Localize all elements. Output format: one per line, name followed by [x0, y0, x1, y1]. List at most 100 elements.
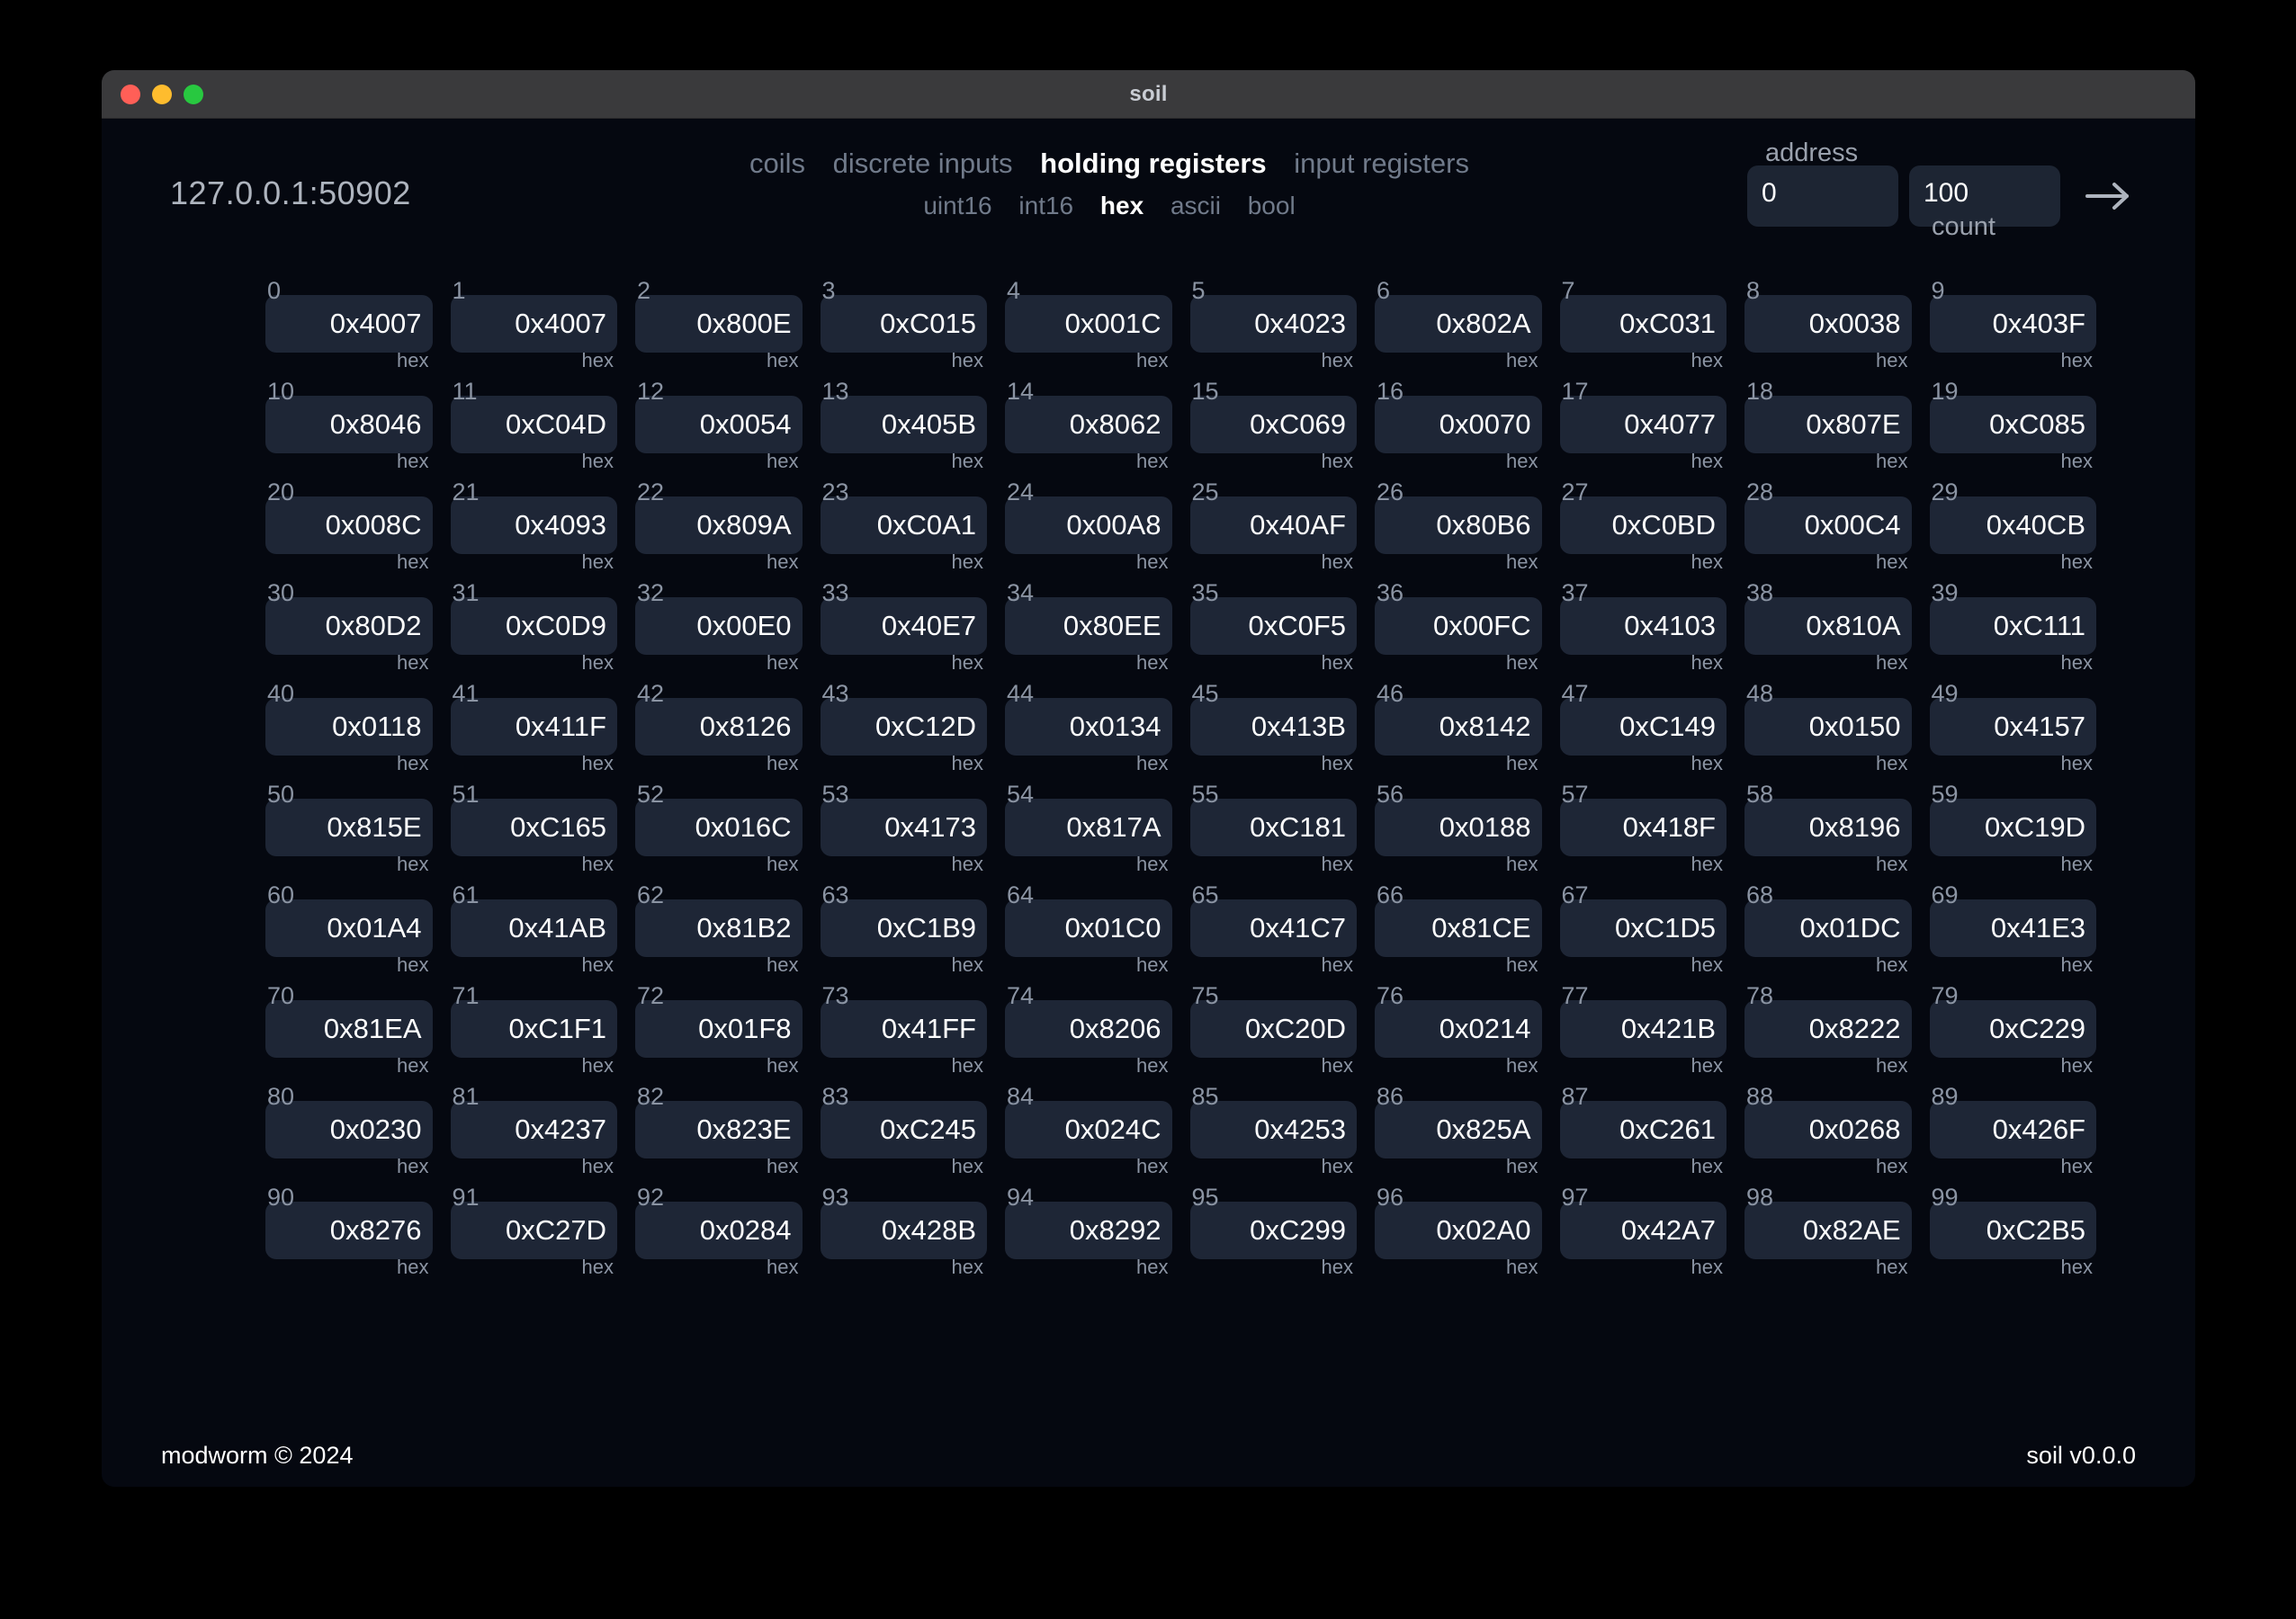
register-cell[interactable]: 47 0xC149 hex — [1559, 682, 1726, 774]
tab-input-registers[interactable]: input registers — [1294, 149, 1469, 177]
register-cell[interactable]: 85 0x4253 hex — [1189, 1085, 1357, 1176]
register-cell[interactable]: 71 0xC1F1 hex — [450, 984, 617, 1076]
register-cell[interactable]: 86 0x825A hex — [1375, 1085, 1542, 1176]
register-cell[interactable]: 49 0x4157 hex — [1929, 682, 2096, 774]
tab-format-hex[interactable]: hex — [1100, 193, 1144, 219]
register-cell[interactable]: 23 0xC0A1 hex — [820, 480, 987, 572]
register-cell[interactable]: 64 0x01C0 hex — [1005, 883, 1172, 975]
register-cell[interactable]: 94 0x8292 hex — [1005, 1185, 1172, 1277]
tab-format-int16[interactable]: int16 — [1018, 193, 1073, 219]
register-cell[interactable]: 22 0x809A hex — [635, 480, 803, 572]
register-cell[interactable]: 83 0xC245 hex — [820, 1085, 987, 1176]
register-cell[interactable]: 9 0x403F hex — [1929, 279, 2096, 371]
register-cell[interactable]: 17 0x4077 hex — [1559, 380, 1726, 471]
register-cell[interactable]: 75 0xC20D hex — [1189, 984, 1357, 1076]
register-cell[interactable]: 35 0xC0F5 hex — [1189, 581, 1357, 673]
register-cell[interactable]: 89 0x426F hex — [1929, 1085, 2096, 1176]
register-cell[interactable]: 76 0x0214 hex — [1375, 984, 1542, 1076]
register-cell[interactable]: 1 0x4007 hex — [450, 279, 617, 371]
register-cell[interactable]: 46 0x8142 hex — [1375, 682, 1542, 774]
register-cell[interactable]: 24 0x00A8 hex — [1005, 480, 1172, 572]
register-cell[interactable]: 87 0xC261 hex — [1559, 1085, 1726, 1176]
register-cell[interactable]: 81 0x4237 hex — [450, 1085, 617, 1176]
register-cell[interactable]: 4 0x001C hex — [1005, 279, 1172, 371]
register-cell[interactable]: 66 0x81CE hex — [1375, 883, 1542, 975]
register-cell[interactable]: 88 0x0268 hex — [1744, 1085, 1912, 1176]
register-cell[interactable]: 65 0x41C7 hex — [1189, 883, 1357, 975]
register-cell[interactable]: 8 0x0038 hex — [1744, 279, 1912, 371]
register-cell[interactable]: 82 0x823E hex — [635, 1085, 803, 1176]
register-cell[interactable]: 60 0x01A4 hex — [265, 883, 433, 975]
register-cell[interactable]: 33 0x40E7 hex — [820, 581, 987, 673]
register-cell[interactable]: 11 0xC04D hex — [450, 380, 617, 471]
register-cell[interactable]: 30 0x80D2 hex — [265, 581, 433, 673]
tab-coils[interactable]: coils — [749, 149, 805, 177]
register-cell[interactable]: 59 0xC19D hex — [1929, 783, 2096, 874]
register-cell[interactable]: 99 0xC2B5 hex — [1929, 1185, 2096, 1277]
register-cell[interactable]: 48 0x0150 hex — [1744, 682, 1912, 774]
register-cell[interactable]: 77 0x421B hex — [1559, 984, 1726, 1076]
register-cell[interactable]: 51 0xC165 hex — [450, 783, 617, 874]
tab-format-uint16[interactable]: uint16 — [923, 193, 991, 219]
tab-format-bool[interactable]: bool — [1248, 193, 1296, 219]
register-cell[interactable]: 38 0x810A hex — [1744, 581, 1912, 673]
register-cell[interactable]: 28 0x00C4 hex — [1744, 480, 1912, 572]
register-cell[interactable]: 43 0xC12D hex — [820, 682, 987, 774]
register-cell[interactable]: 7 0xC031 hex — [1559, 279, 1726, 371]
register-cell[interactable]: 36 0x00FC hex — [1375, 581, 1542, 673]
register-cell[interactable]: 70 0x81EA hex — [265, 984, 433, 1076]
register-cell[interactable]: 31 0xC0D9 hex — [450, 581, 617, 673]
register-cell[interactable]: 52 0x016C hex — [635, 783, 803, 874]
register-cell[interactable]: 90 0x8276 hex — [265, 1185, 433, 1277]
register-cell[interactable]: 93 0x428B hex — [820, 1185, 987, 1277]
register-cell[interactable]: 72 0x01F8 hex — [635, 984, 803, 1076]
register-cell[interactable]: 42 0x8126 hex — [635, 682, 803, 774]
tab-discrete-inputs[interactable]: discrete inputs — [833, 149, 1013, 177]
register-cell[interactable]: 39 0xC111 hex — [1929, 581, 2096, 673]
register-cell[interactable]: 79 0xC229 hex — [1929, 984, 2096, 1076]
register-cell[interactable]: 27 0xC0BD hex — [1559, 480, 1726, 572]
register-cell[interactable]: 74 0x8206 hex — [1005, 984, 1172, 1076]
register-cell[interactable]: 97 0x42A7 hex — [1559, 1185, 1726, 1277]
register-cell[interactable]: 34 0x80EE hex — [1005, 581, 1172, 673]
register-cell[interactable]: 10 0x8046 hex — [265, 380, 433, 471]
register-cell[interactable]: 68 0x01DC hex — [1744, 883, 1912, 975]
register-cell[interactable]: 91 0xC27D hex — [450, 1185, 617, 1277]
register-cell[interactable]: 62 0x81B2 hex — [635, 883, 803, 975]
register-cell[interactable]: 54 0x817A hex — [1005, 783, 1172, 874]
register-cell[interactable]: 37 0x4103 hex — [1559, 581, 1726, 673]
register-cell[interactable]: 95 0xC299 hex — [1189, 1185, 1357, 1277]
register-cell[interactable]: 40 0x0118 hex — [265, 682, 433, 774]
arrow-right-icon[interactable] — [2084, 176, 2134, 216]
register-cell[interactable]: 44 0x0134 hex — [1005, 682, 1172, 774]
register-cell[interactable]: 61 0x41AB hex — [450, 883, 617, 975]
register-cell[interactable]: 80 0x0230 hex — [265, 1085, 433, 1176]
register-cell[interactable]: 45 0x413B hex — [1189, 682, 1357, 774]
register-cell[interactable]: 73 0x41FF hex — [820, 984, 987, 1076]
register-cell[interactable]: 92 0x0284 hex — [635, 1185, 803, 1277]
register-cell[interactable]: 29 0x40CB hex — [1929, 480, 2096, 572]
tab-holding-registers[interactable]: holding registers — [1040, 149, 1266, 177]
register-cell[interactable]: 69 0x41E3 hex — [1929, 883, 2096, 975]
register-cell[interactable]: 26 0x80B6 hex — [1375, 480, 1542, 572]
register-cell[interactable]: 16 0x0070 hex — [1375, 380, 1542, 471]
register-cell[interactable]: 19 0xC085 hex — [1929, 380, 2096, 471]
register-cell[interactable]: 5 0x4023 hex — [1189, 279, 1357, 371]
register-cell[interactable]: 13 0x405B hex — [820, 380, 987, 471]
address-input[interactable]: 0 — [1747, 165, 1898, 227]
register-cell[interactable]: 55 0xC181 hex — [1189, 783, 1357, 874]
register-cell[interactable]: 50 0x815E hex — [265, 783, 433, 874]
register-cell[interactable]: 25 0x40AF hex — [1189, 480, 1357, 572]
register-cell[interactable]: 67 0xC1D5 hex — [1559, 883, 1726, 975]
register-cell[interactable]: 96 0x02A0 hex — [1375, 1185, 1542, 1277]
register-cell[interactable]: 12 0x0054 hex — [635, 380, 803, 471]
register-cell[interactable]: 14 0x8062 hex — [1005, 380, 1172, 471]
register-cell[interactable]: 41 0x411F hex — [450, 682, 617, 774]
register-cell[interactable]: 21 0x4093 hex — [450, 480, 617, 572]
register-cell[interactable]: 20 0x008C hex — [265, 480, 433, 572]
register-cell[interactable]: 2 0x800E hex — [635, 279, 803, 371]
register-cell[interactable]: 18 0x807E hex — [1744, 380, 1912, 471]
tab-format-ascii[interactable]: ascii — [1170, 193, 1221, 219]
register-cell[interactable]: 6 0x802A hex — [1375, 279, 1542, 371]
register-cell[interactable]: 63 0xC1B9 hex — [820, 883, 987, 975]
